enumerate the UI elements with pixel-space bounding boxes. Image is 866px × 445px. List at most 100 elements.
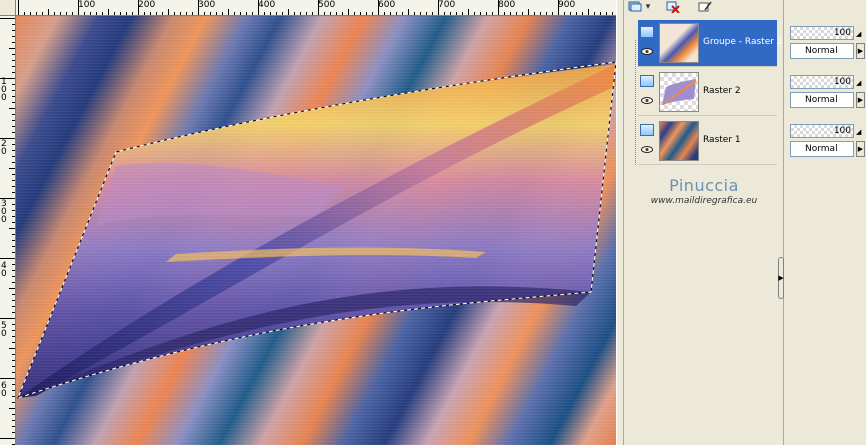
ruler-tick xyxy=(420,12,421,15)
ruler-tick xyxy=(228,9,229,15)
ruler-label: 300 xyxy=(198,0,216,10)
ruler-label: 3 0 0 xyxy=(1,199,7,225)
ruler-tick xyxy=(0,318,15,319)
chevron-down-icon[interactable]: ▾ xyxy=(644,0,652,13)
ruler-label: 1 0 0 xyxy=(1,77,7,103)
ruler-tick xyxy=(246,12,247,15)
ruler-tick xyxy=(102,12,103,15)
ruler-tick xyxy=(12,216,15,217)
opacity-slider[interactable]: 100 xyxy=(790,75,854,89)
ruler-tick xyxy=(0,258,15,259)
ruler-tick xyxy=(12,114,15,115)
slider-arrow-icon[interactable]: ◢ xyxy=(856,128,862,136)
ruler-tick xyxy=(528,9,529,15)
ruler-tick xyxy=(432,12,433,15)
ruler-tick xyxy=(396,12,397,15)
ruler-tick xyxy=(9,168,15,169)
ruler-label: 200 xyxy=(138,0,156,10)
layer-row-raster-2[interactable]: Raster 2 xyxy=(638,69,777,116)
ruler-tick xyxy=(12,240,15,241)
ruler-tick xyxy=(12,366,15,367)
ruler-tick xyxy=(114,12,115,15)
ruler-tick xyxy=(48,9,49,15)
ruler-tick xyxy=(12,192,15,193)
watermark-title: Pinuccia xyxy=(669,176,739,195)
ruler-tick xyxy=(390,12,391,15)
ruler-tick xyxy=(504,12,505,15)
new-layer-icon[interactable] xyxy=(626,0,644,13)
ruler-tick xyxy=(480,12,481,15)
ruler-label: 100 xyxy=(78,0,96,10)
blend-mode-select[interactable]: Normal xyxy=(790,141,854,157)
ruler-tick xyxy=(12,432,15,433)
ruler-tick xyxy=(36,12,37,15)
ruler-tick xyxy=(486,12,487,15)
layer-thumbnail xyxy=(659,72,699,112)
image-canvas[interactable] xyxy=(16,16,616,445)
delete-layer-icon[interactable] xyxy=(664,0,682,13)
ruler-tick xyxy=(12,384,15,385)
ruler-tick xyxy=(360,12,361,15)
ruler-tick xyxy=(144,12,145,15)
layer-name: Raster 1 xyxy=(703,135,741,145)
blend-mode-select[interactable]: Normal xyxy=(790,43,854,59)
ruler-tick xyxy=(354,12,355,15)
ruler-tick xyxy=(540,12,541,15)
ruler-tick xyxy=(12,42,15,43)
ruler-tick xyxy=(162,12,163,15)
ruler-tick xyxy=(12,414,15,415)
layer-row-groupe-raster-2[interactable]: Groupe - Raster 2 xyxy=(638,20,783,67)
ruler-tick xyxy=(264,12,265,15)
layer-props-raster-2: 100 ◢ Normal ▶ xyxy=(790,75,865,115)
ruler-tick xyxy=(216,12,217,15)
opacity-value: 100 xyxy=(833,126,851,136)
ruler-tick xyxy=(12,210,15,211)
dropdown-arrow-icon[interactable]: ▶ xyxy=(856,92,865,108)
ruler-tick xyxy=(318,0,319,15)
ruler-tick xyxy=(330,12,331,15)
ruler-tick xyxy=(366,12,367,15)
ruler-tick xyxy=(384,12,385,15)
ruler-tick xyxy=(24,12,25,15)
ruler-tick xyxy=(276,12,277,15)
slider-arrow-icon[interactable]: ◢ xyxy=(856,79,862,87)
ruler-tick xyxy=(12,426,15,427)
panel-splitter[interactable] xyxy=(616,0,624,445)
layer-properties-icon[interactable] xyxy=(696,0,714,13)
ruler-tick xyxy=(9,48,15,49)
layer-row-raster-1[interactable]: Raster 1 xyxy=(638,118,777,165)
ruler-tick xyxy=(12,162,15,163)
ruler-tick xyxy=(0,18,15,19)
ruler-tick xyxy=(300,12,301,15)
blend-mode-select[interactable]: Normal xyxy=(790,92,854,108)
ruler-tick xyxy=(12,294,15,295)
ruler-tick xyxy=(156,12,157,15)
opacity-slider[interactable]: 100 xyxy=(790,26,854,40)
ruler-tick xyxy=(450,12,451,15)
ruler-tick xyxy=(12,174,15,175)
eye-icon[interactable] xyxy=(641,48,653,55)
ruler-tick xyxy=(282,12,283,15)
layers-toolbar: ▾ xyxy=(624,0,784,14)
ruler-tick xyxy=(588,9,589,15)
ruler-tick xyxy=(126,12,127,15)
eye-icon[interactable] xyxy=(641,97,653,104)
ruler-tick xyxy=(12,156,15,157)
opacity-slider[interactable]: 100 xyxy=(790,124,854,138)
ruler-tick xyxy=(12,420,15,421)
watermark-url: www.maildiregrafica.eu xyxy=(650,196,758,206)
ruler-tick xyxy=(240,12,241,15)
eye-icon[interactable] xyxy=(641,146,653,153)
ruler-tick xyxy=(174,12,175,15)
ruler-tick xyxy=(558,0,559,15)
ruler-tick xyxy=(12,306,15,307)
ruler-tick xyxy=(12,360,15,361)
slider-arrow-icon[interactable]: ◢ xyxy=(856,30,862,38)
ruler-tick xyxy=(12,36,15,37)
ruler-tick xyxy=(120,12,121,15)
dropdown-arrow-icon[interactable]: ▶ xyxy=(856,43,865,59)
dropdown-arrow-icon[interactable]: ▶ xyxy=(856,141,865,157)
layer-icon xyxy=(640,75,654,87)
ruler-tick xyxy=(66,12,67,15)
layers-palette: ▾ Groupe - Raster 2 Raster 2 Raster 1 Pi… xyxy=(624,0,784,445)
